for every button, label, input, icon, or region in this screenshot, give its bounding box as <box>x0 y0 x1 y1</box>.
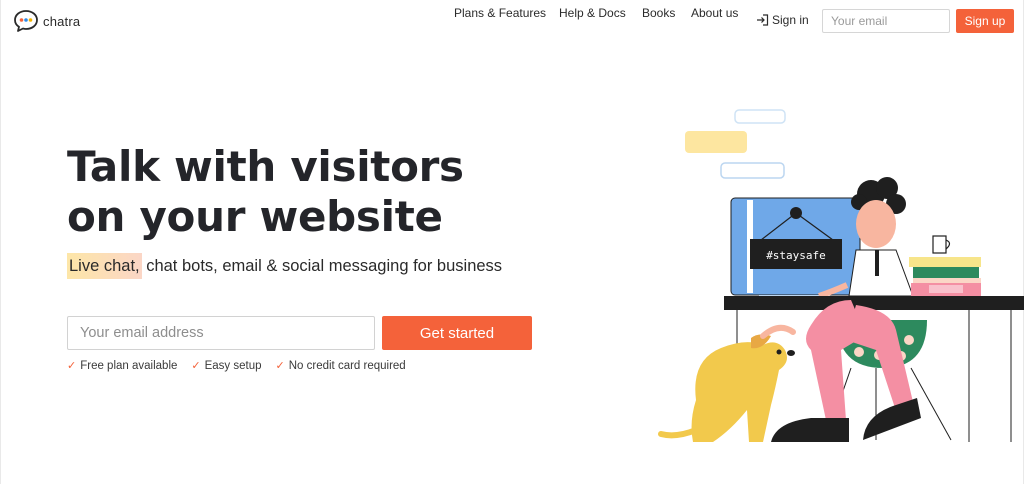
signin-link[interactable]: Sign in <box>756 13 809 27</box>
check-icon: ✓ <box>191 360 201 372</box>
chatra-logo[interactable]: chatra <box>13 9 80 33</box>
feature-label: Free plan available <box>80 359 178 372</box>
nav-plans-features[interactable]: Plans & Features <box>454 6 546 20</box>
hero-title-line2: on your website <box>67 192 443 241</box>
nav-help-docs[interactable]: Help & Docs <box>559 6 626 20</box>
nav-books[interactable]: Books <box>642 6 675 20</box>
mug-and-books <box>909 235 981 296</box>
staysafe-text: #staysafe <box>766 249 826 262</box>
subtitle-highlight: Live chat, <box>67 253 142 279</box>
hero-email-input[interactable] <box>67 316 375 350</box>
sign-in-icon <box>757 14 769 26</box>
feature-label: Easy setup <box>204 359 262 372</box>
check-icon: ✓ <box>67 360 77 372</box>
signup-button[interactable]: Sign up <box>956 9 1014 33</box>
hero-subtitle: Live chat, chat bots, email & social mes… <box>67 253 503 279</box>
feature-item: ✓ Free plan available <box>67 359 178 373</box>
check-icon: ✓ <box>275 360 285 372</box>
feature-item: ✓ No credit card required <box>275 359 406 373</box>
signin-label: Sign in <box>772 13 809 27</box>
hero-title: Talk with visitors on your website <box>67 142 464 242</box>
nav-about-us[interactable]: About us <box>691 6 738 20</box>
feature-label: No credit card required <box>288 359 406 372</box>
page: chatra Plans & Features Help & Docs Book… <box>0 0 1024 484</box>
feature-list: ✓ Free plan available ✓ Easy setup ✓ No … <box>67 359 406 373</box>
subtitle-rest: chat bots, email & social messaging for … <box>141 257 503 275</box>
hero-title-line1: Talk with visitors <box>67 142 464 191</box>
get-started-button[interactable]: Get started <box>382 316 532 350</box>
hero-illustration: #staysafe <box>658 109 1024 442</box>
dog-figure <box>658 324 796 442</box>
logo-text: chatra <box>43 13 81 29</box>
chat-bubbles <box>685 109 786 179</box>
chat-bubble-icon <box>14 10 38 32</box>
feature-item: ✓ Easy setup <box>191 359 262 373</box>
header-email-input[interactable] <box>822 9 950 33</box>
